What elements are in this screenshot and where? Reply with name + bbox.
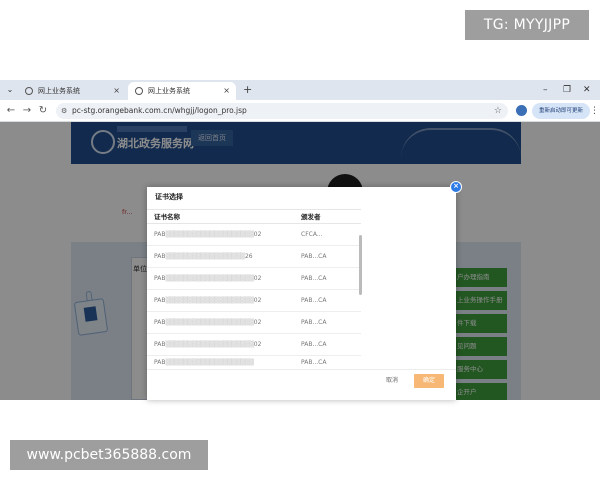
menu-kebab-icon[interactable]: ⋮ [590, 103, 599, 119]
cert-issuer-cell: PAB...CA [301, 341, 327, 348]
cert-issuer-cell: PAB...CA [301, 297, 327, 304]
tab-inactive[interactable]: 网上业务系统 × [18, 82, 126, 100]
table-row[interactable]: PAB▒▒▒▒▒▒▒▒▒▒▒▒▒▒▒▒▒▒▒▒02 PAB...CA [147, 312, 361, 334]
redacted-text: ▒▒▒▒▒▒▒▒▒▒▒▒▒▒▒▒▒▒▒▒ [165, 231, 254, 238]
redacted-text: ▒▒▒▒▒▒▒▒▒▒▒▒▒▒▒▒▒▒▒▒ [165, 319, 254, 326]
restore-icon[interactable]: ❐ [563, 83, 571, 97]
table-row[interactable]: PAB▒▒▒▒▒▒▒▒▒▒▒▒▒▒▒▒▒▒▒▒02 CFCA... [147, 224, 361, 246]
table-row[interactable]: PAB▒▒▒▒▒▒▒▒▒▒▒▒▒▒▒▒▒▒▒▒02 PAB...CA [147, 290, 361, 312]
tab-strip: ⌄ 网上业务系统 × 网上业务系统 × + – ❐ ✕ [0, 80, 600, 100]
column-header-name: 证书名称 [154, 213, 180, 221]
table-row[interactable]: PAB▒▒▒▒▒▒▒▒▒▒▒▒▒▒▒▒▒▒▒▒ PAB...CA [147, 356, 361, 370]
cert-name-cell: PAB▒▒▒▒▒▒▒▒▒▒▒▒▒▒▒▒▒▒▒▒02 [154, 297, 262, 304]
tab-active[interactable]: 网上业务系统 × [128, 82, 236, 100]
certificate-table: 证书名称 颁发者 PAB▒▒▒▒▒▒▒▒▒▒▒▒▒▒▒▒▒▒▒▒02 CFCA.… [147, 209, 361, 370]
table-row[interactable]: PAB▒▒▒▒▒▒▒▒▒▒▒▒▒▒▒▒▒▒▒▒02 PAB...CA [147, 334, 361, 356]
redacted-text: ▒▒▒▒▒▒▒▒▒▒▒▒▒▒▒▒▒▒▒▒ [165, 359, 254, 366]
cert-name-cell: PAB▒▒▒▒▒▒▒▒▒▒▒▒▒▒▒▒▒▒▒▒02 [154, 275, 262, 282]
watermark-tag-bottom: www.pcbet365888.com [10, 440, 208, 470]
globe-icon [25, 87, 33, 95]
globe-icon [135, 87, 143, 95]
update-button[interactable]: 重新启动即可更新 [532, 103, 590, 119]
cert-issuer-cell: PAB...CA [301, 275, 327, 282]
back-icon[interactable]: ← [4, 104, 18, 118]
column-header-issuer: 颁发者 [301, 213, 321, 221]
close-dialog-icon[interactable]: × [450, 181, 462, 193]
screenshot-page: TG: MYYJJPP ⌄ 网上业务系统 × 网上业务系统 × + – ❐ ✕ … [0, 0, 600, 480]
url-text: pc-stg.orangebank.com.cn/whgjj/logon_pro… [72, 106, 247, 115]
cert-name-cell: PAB▒▒▒▒▒▒▒▒▒▒▒▒▒▒▒▒▒▒▒▒02 [154, 231, 262, 238]
tab-search-icon[interactable]: ⌄ [4, 84, 16, 96]
cert-name-cell: PAB▒▒▒▒▒▒▒▒▒▒▒▒▒▒▒▒▒▒26 [154, 253, 253, 260]
redacted-text: ▒▒▒▒▒▒▒▒▒▒▒▒▒▒▒▒▒▒ [165, 253, 245, 260]
site-info-icon[interactable]: ⚙ [61, 103, 67, 119]
ok-button[interactable]: 确定 [414, 374, 444, 388]
certificate-dialog: 证书选择 证书名称 颁发者 PAB▒▒▒▒▒▒▒▒▒▒▒▒▒▒▒▒▒▒▒▒02 … [147, 187, 456, 400]
close-tab-icon[interactable]: × [223, 82, 230, 100]
table-row[interactable]: PAB▒▒▒▒▒▒▒▒▒▒▒▒▒▒▒▒▒▒26 PAB...CA [147, 246, 361, 268]
bookmark-star-icon[interactable]: ☆ [494, 103, 502, 119]
dialog-title: 证书选择 [155, 193, 183, 201]
redacted-text: ▒▒▒▒▒▒▒▒▒▒▒▒▒▒▒▒▒▒▒▒ [165, 297, 254, 304]
close-window-icon[interactable]: ✕ [583, 83, 591, 97]
forward-icon[interactable]: → [20, 104, 34, 118]
cert-name-cell: PAB▒▒▒▒▒▒▒▒▒▒▒▒▒▒▒▒▒▒▒▒ [154, 359, 254, 366]
cert-issuer-cell: PAB...CA [301, 253, 327, 260]
address-bar[interactable]: ⚙ pc-stg.orangebank.com.cn/whgjj/logon_p… [56, 103, 508, 119]
tab-title: 网上业务系统 [38, 87, 80, 95]
minimize-icon[interactable]: – [543, 83, 548, 97]
cert-name-cell: PAB▒▒▒▒▒▒▒▒▒▒▒▒▒▒▒▒▒▒▒▒02 [154, 319, 262, 326]
new-tab-icon[interactable]: + [243, 82, 252, 98]
cert-name-cell: PAB▒▒▒▒▒▒▒▒▒▒▒▒▒▒▒▒▒▒▒▒02 [154, 341, 262, 348]
profile-avatar-icon[interactable] [516, 105, 527, 116]
cert-issuer-cell: PAB...CA [301, 319, 327, 326]
cert-issuer-cell: CFCA... [301, 231, 323, 238]
dialog-footer [147, 369, 456, 400]
close-tab-icon[interactable]: × [113, 82, 120, 100]
cert-issuer-cell: PAB...CA [301, 359, 327, 366]
browser-toolbar: ← → ↻ ⚙ pc-stg.orangebank.com.cn/whgjj/l… [0, 100, 600, 122]
table-scrollbar[interactable] [359, 235, 362, 295]
reload-icon[interactable]: ↻ [36, 104, 50, 118]
tab-title: 网上业务系统 [148, 87, 190, 95]
table-header: 证书名称 颁发者 [147, 209, 361, 224]
table-row[interactable]: PAB▒▒▒▒▒▒▒▒▒▒▒▒▒▒▒▒▒▒▒▒02 PAB...CA [147, 268, 361, 290]
redacted-text: ▒▒▒▒▒▒▒▒▒▒▒▒▒▒▒▒▒▒▒▒ [165, 341, 254, 348]
cancel-button[interactable]: 取消 [378, 374, 406, 388]
watermark-tag-top: TG: MYYJJPP [465, 10, 589, 40]
redacted-text: ▒▒▒▒▒▒▒▒▒▒▒▒▒▒▒▒▒▒▒▒ [165, 275, 254, 282]
